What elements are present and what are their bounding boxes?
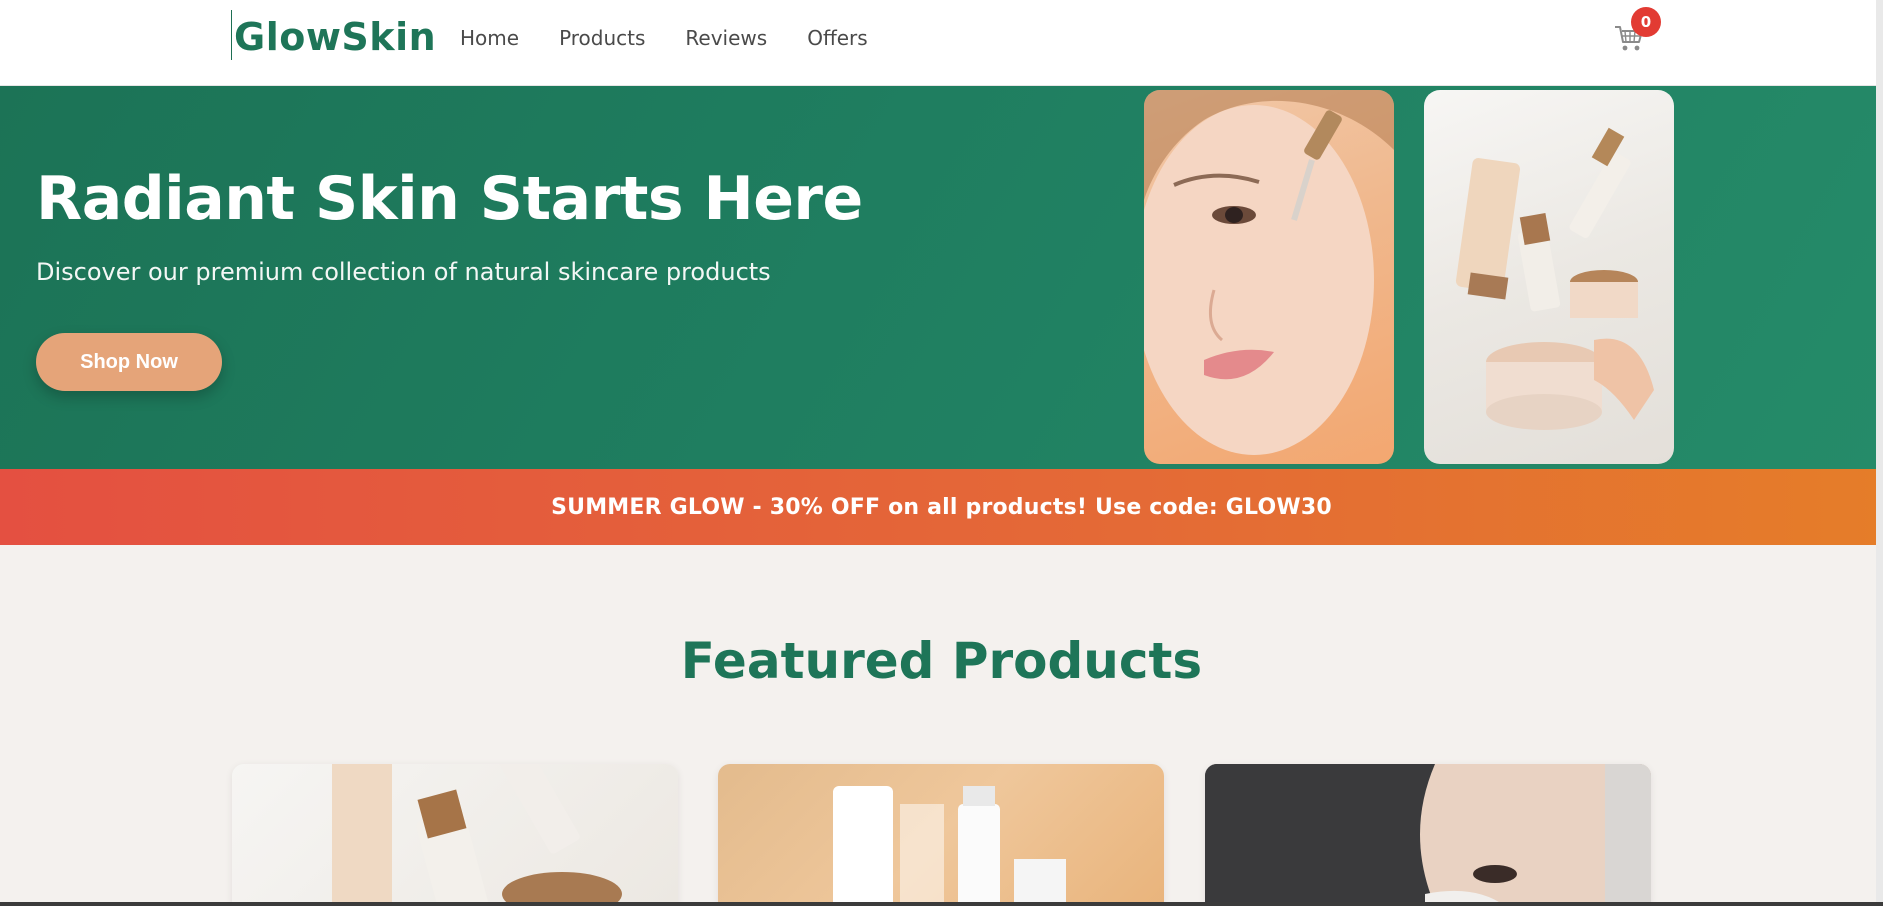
nav-products[interactable]: Products (559, 22, 645, 54)
page-scrollbar[interactable] (1876, 0, 1883, 902)
window-bottom-edge (0, 902, 1883, 906)
promo-banner: SUMMER GLOW - 30% OFF on all products! U… (0, 469, 1883, 545)
hero-banner: Radiant Skin Starts Here Discover our pr… (0, 86, 1883, 469)
site-header: GlowSkin Home Products Reviews Offers 0 (0, 0, 1883, 86)
featured-products-title: Featured Products (680, 632, 1203, 690)
shop-now-button[interactable]: Shop Now (36, 333, 222, 391)
main-nav: Home Products Reviews Offers (460, 22, 908, 54)
nav-offers[interactable]: Offers (807, 22, 867, 54)
nav-reviews[interactable]: Reviews (685, 22, 767, 54)
product-card[interactable] (1205, 764, 1651, 906)
cart-count-badge: 0 (1631, 7, 1661, 37)
hero-title: Radiant Skin Starts Here (36, 164, 863, 234)
product-card[interactable] (232, 764, 678, 906)
brand-logo[interactable]: GlowSkin (231, 10, 436, 60)
hero-subtitle: Discover our premium collection of natur… (36, 258, 771, 286)
hero-image-face-serum (1144, 90, 1394, 464)
product-card[interactable] (718, 764, 1164, 906)
nav-home[interactable]: Home (460, 22, 519, 54)
promo-text: SUMMER GLOW - 30% OFF on all products! U… (551, 494, 1332, 520)
hero-image-product-flatlay (1424, 90, 1674, 464)
